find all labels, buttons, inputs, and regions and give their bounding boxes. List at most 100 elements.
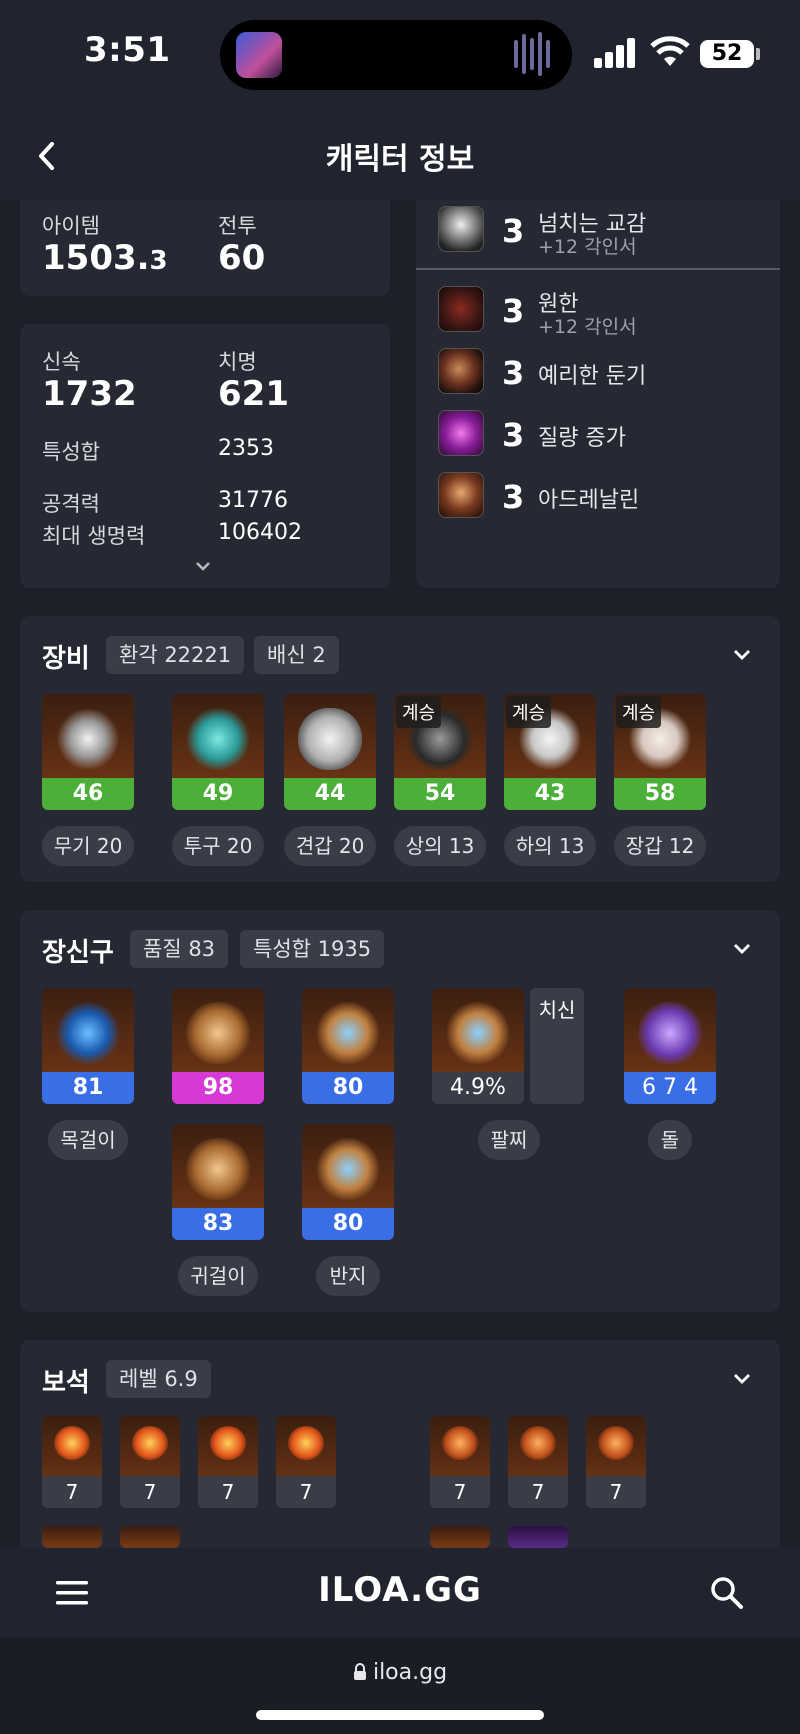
gem-slot[interactable] — [120, 1526, 180, 1548]
quality-bar: 46 — [42, 778, 134, 810]
expand-stats-chevron-icon[interactable] — [194, 560, 212, 572]
earring-label: 귀걸이 — [178, 1256, 258, 1296]
succession-tag: 계승 — [506, 696, 552, 728]
demon-face-icon — [438, 286, 484, 332]
accessories-card — [20, 910, 780, 1312]
gem-level: 7 — [586, 1476, 646, 1508]
gem-level: 7 — [430, 1476, 490, 1508]
combat-level-value: 60 — [218, 238, 266, 278]
ability-stone-slot[interactable]: 6 7 4 — [624, 988, 716, 1104]
hp-value: 106402 — [218, 520, 302, 545]
earring-slot-1[interactable]: 98 — [172, 988, 264, 1104]
home-indicator[interactable] — [256, 1710, 544, 1720]
gems-title: 보석 — [42, 1368, 90, 1398]
gem-slot[interactable] — [508, 1526, 568, 1548]
gem-slot[interactable]: 7 — [276, 1416, 336, 1508]
bracelet-icon — [446, 1002, 510, 1064]
quality-bar: 80 — [302, 1072, 394, 1104]
quality-bar: 81 — [42, 1072, 134, 1104]
ability-stone-icon — [638, 1002, 702, 1064]
equipment-collapse-chevron-icon[interactable] — [732, 648, 752, 662]
attack-value: 31776 — [218, 488, 288, 513]
engraving-level: 3 — [502, 292, 525, 330]
bracelet-effect-box: 치신 — [530, 988, 584, 1104]
weapon-slot[interactable]: 46 — [42, 694, 134, 810]
engraving-level: 3 — [502, 478, 525, 516]
gem-slot[interactable] — [430, 1526, 490, 1548]
gem-icon — [442, 1426, 478, 1460]
quality-bar: 83 — [172, 1208, 264, 1240]
now-playing-artwork-icon[interactable] — [236, 32, 282, 78]
gem-slot[interactable]: 7 — [508, 1416, 568, 1508]
chest-slot[interactable]: 계승 54 — [394, 694, 486, 810]
earring-slot-2[interactable]: 83 — [172, 1124, 264, 1240]
helmet-label: 투구 20 — [172, 826, 264, 866]
attack-label: 공격력 — [42, 492, 100, 516]
cellular-signal-icon — [594, 38, 638, 68]
stone-label: 돌 — [648, 1120, 692, 1160]
quality-bar: 58 — [614, 778, 706, 810]
wifi-icon — [650, 36, 690, 66]
site-logo[interactable]: ILOA.GG — [0, 1570, 800, 1610]
url-text[interactable]: iloa.gg — [0, 1660, 800, 1685]
crit-value: 621 — [218, 374, 289, 414]
gem-slot[interactable]: 7 — [42, 1416, 102, 1508]
accessories-collapse-chevron-icon[interactable] — [732, 942, 752, 956]
quality-bar: 98 — [172, 1072, 264, 1104]
battery-indicator: 52 — [700, 40, 754, 68]
bracelet-slot[interactable]: 4.9% — [432, 988, 524, 1104]
necklace-label: 목걸이 — [48, 1120, 128, 1160]
gem-slot[interactable]: 7 — [586, 1416, 646, 1508]
status-time: 3:51 — [84, 30, 171, 70]
gem-icon — [210, 1426, 246, 1460]
shoulder-icon — [298, 708, 362, 770]
gem-slot[interactable]: 7 — [198, 1416, 258, 1508]
ring-icon — [316, 1138, 380, 1200]
weapon-label: 무기 20 — [42, 826, 134, 866]
lock-icon — [353, 1663, 366, 1680]
gem-slot[interactable] — [42, 1526, 102, 1548]
gem-level: 7 — [198, 1476, 258, 1508]
necklace-icon — [56, 1002, 120, 1064]
quality-bar: 54 — [394, 778, 486, 810]
combat-level-label: 전투 — [218, 214, 257, 238]
necklace-slot[interactable]: 81 — [42, 988, 134, 1104]
gems-collapse-chevron-icon[interactable] — [732, 1372, 752, 1386]
engraving-sub: +12 각인서 — [538, 236, 637, 258]
runner-icon — [438, 472, 484, 518]
search-icon[interactable] — [710, 1576, 744, 1610]
ring-slot-1[interactable]: 80 — [302, 988, 394, 1104]
gem-icon — [132, 1426, 168, 1460]
item-level-decimal: 3 — [149, 246, 168, 276]
pants-label: 하의 13 — [504, 826, 596, 866]
gem-icon — [520, 1426, 556, 1460]
engraving-name: 질량 증가 — [538, 426, 626, 451]
helmet-slot[interactable]: 49 — [172, 694, 264, 810]
battery-cap — [756, 48, 760, 60]
ring-slot-2[interactable]: 80 — [302, 1124, 394, 1240]
engraving-name: 예리한 둔기 — [538, 364, 647, 389]
succession-tag: 계승 — [396, 696, 442, 728]
weapon-staff-icon — [56, 708, 120, 770]
gem-slot[interactable]: 7 — [430, 1416, 490, 1508]
accessories-title: 장신구 — [42, 938, 114, 968]
engravings-divider — [416, 268, 780, 270]
gems-level-chip: 레벨 6.9 — [106, 1360, 211, 1398]
swift-label: 신속 — [42, 350, 81, 374]
glove-label: 장갑 12 — [614, 826, 706, 866]
swift-value: 1732 — [42, 374, 137, 414]
shoulder-slot[interactable]: 44 — [284, 694, 376, 810]
hp-label: 최대 생명력 — [42, 524, 146, 548]
gem-slot[interactable]: 7 — [120, 1416, 180, 1508]
item-level-value: 1503.3 — [42, 238, 168, 278]
gem-icon — [54, 1426, 90, 1460]
glove-slot[interactable]: 계승 58 — [614, 694, 706, 810]
bracelet-effect-label: 치신 — [538, 998, 576, 1022]
engraving-level: 3 — [502, 416, 525, 454]
quality-bar: 44 — [284, 778, 376, 810]
equipment-set-chip: 환각 22221 — [106, 636, 245, 674]
pants-slot[interactable]: 계승 43 — [504, 694, 596, 810]
engraving-level: 3 — [502, 212, 525, 250]
gem-icon — [598, 1426, 634, 1460]
url-label: iloa.gg — [372, 1660, 448, 1685]
